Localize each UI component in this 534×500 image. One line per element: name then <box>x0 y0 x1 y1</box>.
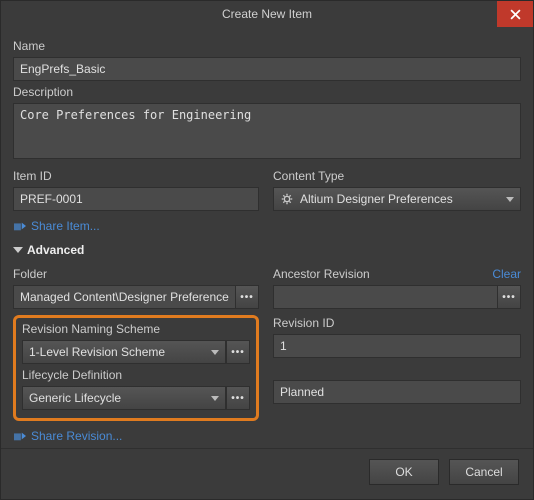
name-input[interactable] <box>13 57 521 81</box>
lifecycle-label: Lifecycle Definition <box>22 368 250 382</box>
cancel-button[interactable]: Cancel <box>449 459 519 485</box>
share-item-label: Share Item... <box>31 219 100 233</box>
revision-scheme-more-button[interactable]: ••• <box>226 340 250 364</box>
chevron-down-icon <box>506 197 514 202</box>
create-new-item-dialog: Create New Item Name Description Item ID… <box>0 0 534 500</box>
clear-link[interactable]: Clear <box>492 267 521 281</box>
folder-browse-button[interactable]: ••• <box>235 285 259 309</box>
advanced-section: Folder ••• Ancestor Revision Clear ••• <box>13 263 521 445</box>
description-label: Description <box>13 85 521 99</box>
share-revision-link[interactable]: Share Revision... <box>13 429 122 443</box>
lifecycle-state-display: Planned <box>273 380 521 404</box>
ancestor-browse-button[interactable]: ••• <box>497 285 521 309</box>
item-id-input[interactable] <box>13 187 259 211</box>
ancestor-revision-label: Ancestor Revision <box>273 267 370 281</box>
ok-button[interactable]: OK <box>369 459 439 485</box>
lifecycle-dropdown[interactable]: Generic Lifecycle <box>22 386 226 410</box>
advanced-toggle[interactable]: Advanced <box>13 243 521 257</box>
lifecycle-more-button[interactable]: ••• <box>226 386 250 410</box>
share-item-link[interactable]: Share Item... <box>13 219 521 233</box>
dialog-content: Name Description Item ID Content Type Al… <box>1 27 533 448</box>
folder-label: Folder <box>13 267 259 281</box>
close-button[interactable] <box>497 1 533 27</box>
lifecycle-value: Generic Lifecycle <box>29 391 211 405</box>
content-type-dropdown[interactable]: Altium Designer Preferences <box>273 187 521 211</box>
chevron-down-icon <box>211 396 219 401</box>
revision-id-input[interactable] <box>273 334 521 358</box>
chevron-down-icon <box>211 350 219 355</box>
revision-scheme-dropdown[interactable]: 1-Level Revision Scheme <box>22 340 226 364</box>
share-icon <box>13 430 27 442</box>
titlebar-title: Create New Item <box>222 7 312 21</box>
folder-input[interactable] <box>13 285 235 309</box>
share-revision-label: Share Revision... <box>31 429 122 443</box>
advanced-label: Advanced <box>27 243 84 257</box>
revision-id-label: Revision ID <box>273 316 521 330</box>
titlebar: Create New Item <box>1 1 533 27</box>
item-id-label: Item ID <box>13 169 259 183</box>
revision-scheme-value: 1-Level Revision Scheme <box>29 345 211 359</box>
highlighted-group: Revision Naming Scheme 1-Level Revision … <box>13 315 259 421</box>
ancestor-revision-input[interactable] <box>273 285 497 309</box>
name-label: Name <box>13 39 521 53</box>
share-icon <box>13 220 27 232</box>
gear-icon <box>280 192 294 206</box>
caret-down-icon <box>13 247 23 253</box>
revision-scheme-label: Revision Naming Scheme <box>22 322 250 336</box>
close-icon <box>510 9 521 20</box>
content-type-value: Altium Designer Preferences <box>300 192 506 206</box>
content-type-label: Content Type <box>273 169 521 183</box>
description-input[interactable] <box>13 103 521 159</box>
button-bar: OK Cancel <box>1 448 533 499</box>
